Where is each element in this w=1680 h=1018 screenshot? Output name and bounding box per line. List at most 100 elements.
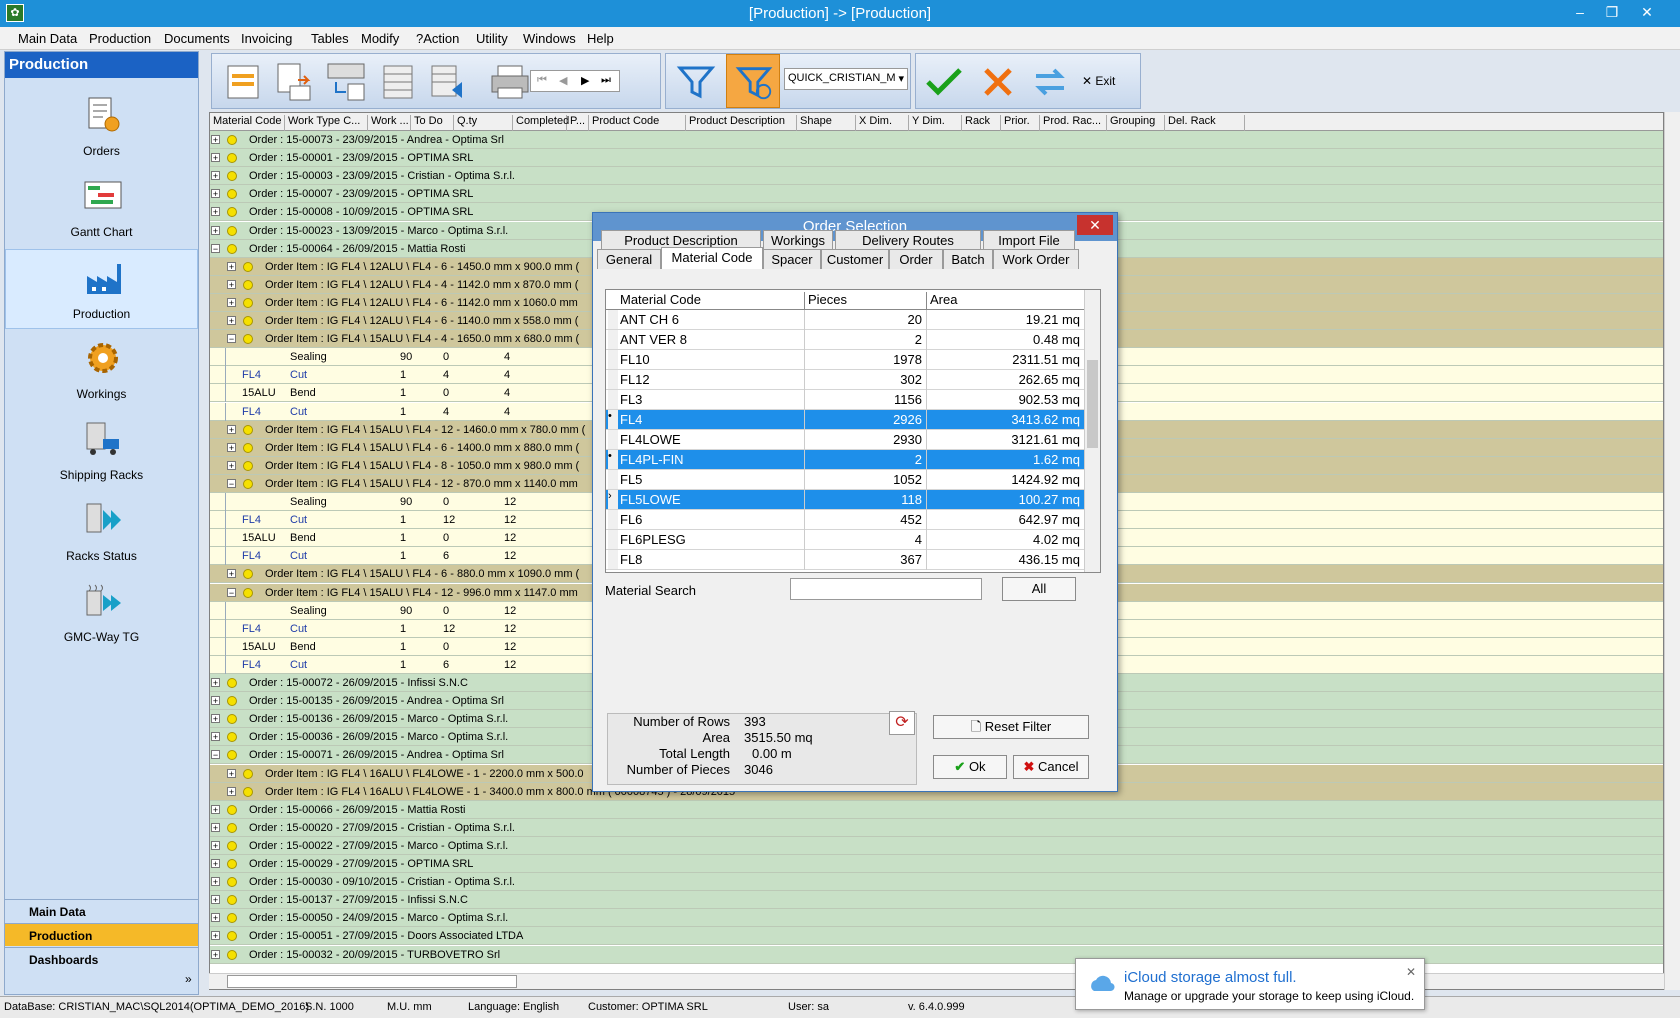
expand-icon[interactable]: + <box>211 949 220 959</box>
order-row[interactable]: + Order : 15-00073 - 23/09/2015 - Andrea … <box>210 131 1663 149</box>
column-header[interactable]: X Dim. <box>856 115 909 131</box>
order-row[interactable]: + Order : 15-00029 - 27/09/2015 - OPTIMA … <box>210 855 1663 873</box>
expand-icon[interactable]: + <box>211 135 220 145</box>
menu-tables[interactable]: Tables <box>311 31 349 46</box>
expand-icon[interactable]: + <box>227 261 236 271</box>
dialog-close-button[interactable]: ✕ <box>1077 215 1113 235</box>
collapse-icon[interactable]: − <box>211 243 220 253</box>
material-row[interactable]: • FL4PL-FIN 2 1.62 mq <box>606 450 1084 470</box>
menu-production[interactable]: Production <box>89 31 151 46</box>
merge-documents-icon[interactable] <box>324 60 368 104</box>
reset-filter-button[interactable]: 🗋 Reset Filter <box>933 715 1089 739</box>
order-row[interactable]: + Order : 15-00020 - 27/09/2015 - Cristia… <box>210 818 1663 837</box>
rack-icon[interactable] <box>376 60 420 104</box>
column-header[interactable]: Q.ty <box>454 115 513 131</box>
document-export-icon[interactable] <box>272 60 316 104</box>
expand-icon[interactable]: + <box>211 696 220 706</box>
column-header[interactable]: Prod. Rac... <box>1040 115 1107 131</box>
order-row[interactable]: + Order : 15-00032 - 20/09/2015 - TURBOVE… <box>210 945 1663 964</box>
confirm-check-icon[interactable] <box>922 60 966 104</box>
expand-icon[interactable]: + <box>227 786 236 796</box>
column-header[interactable]: Y Dim. <box>909 115 962 131</box>
expand-icon[interactable]: + <box>227 297 236 307</box>
tab-order[interactable]: Order <box>889 249 943 269</box>
filter-icon[interactable] <box>674 60 718 104</box>
expand-icon[interactable]: + <box>211 678 220 688</box>
printer-icon[interactable] <box>488 60 532 104</box>
column-header[interactable]: Shape <box>797 115 856 131</box>
column-header[interactable]: Prior. <box>1001 115 1040 131</box>
sidebar-item-production[interactable]: Production <box>5 249 198 329</box>
column-header[interactable]: Product Code <box>589 115 686 131</box>
col-area[interactable]: Area <box>926 292 957 310</box>
sidebar-section-main-data[interactable]: Main Data <box>5 899 198 922</box>
material-row[interactable]: FL5 1052 1424.92 mq <box>606 470 1084 490</box>
minimize-button[interactable]: ‒ <box>1565 2 1595 22</box>
column-header[interactable]: Grouping <box>1107 115 1165 131</box>
collapse-icon[interactable]: − <box>211 750 220 760</box>
material-row[interactable]: FL8 367 436.15 mq <box>606 550 1084 570</box>
collapse-icon[interactable]: − <box>227 587 236 597</box>
order-row[interactable]: + Order : 15-00030 - 09/10/2015 - Cristia… <box>210 873 1663 892</box>
col-material-code[interactable]: Material Code <box>620 292 701 307</box>
material-row[interactable]: FL3 1156 902.53 mq <box>606 390 1084 410</box>
column-header[interactable]: Product Description <box>686 115 797 131</box>
order-row[interactable]: + Order : 15-00022 - 27/09/2015 - Marco -… <box>210 836 1663 855</box>
prev-record-icon[interactable]: ◀ <box>559 74 567 87</box>
scroll-thumb[interactable] <box>227 975 517 988</box>
material-row[interactable]: FL12 302 262.65 mq <box>606 370 1084 390</box>
quick-filter-button[interactable] <box>726 54 780 108</box>
cancel-x-icon[interactable] <box>976 60 1020 104</box>
tab-workings[interactable]: Workings <box>763 230 833 250</box>
rack-move-icon[interactable] <box>426 60 470 104</box>
order-row[interactable]: + Order : 15-00066 - 26/09/2015 - Mattia … <box>210 800 1663 819</box>
refresh-arrows-icon[interactable] <box>1028 60 1072 104</box>
sidebar-item-shipping-racks[interactable]: Shipping Racks <box>5 411 198 491</box>
menu-utility[interactable]: Utility <box>476 31 508 46</box>
order-row[interactable]: + Order : 15-00007 - 23/09/2015 - OPTIMA … <box>210 185 1663 204</box>
tab-spacer[interactable]: Spacer <box>763 249 821 269</box>
expand-icon[interactable]: + <box>211 895 220 905</box>
tab-customer[interactable]: Customer <box>821 249 889 269</box>
refresh-stats-icon[interactable]: ⟳ <box>889 711 915 735</box>
material-row[interactable]: FL6 452 642.97 mq <box>606 510 1084 530</box>
material-row[interactable]: ANT VER 8 2 0.48 mq <box>606 330 1084 350</box>
sidebar-section-production[interactable]: Production <box>5 923 198 946</box>
restore-button[interactable]: ❐ <box>1597 2 1627 22</box>
column-header[interactable]: Del. Rack <box>1165 115 1245 131</box>
material-row[interactable]: › FL5LOWE 118 100.27 mq <box>606 490 1084 510</box>
all-button[interactable]: All <box>1002 577 1076 601</box>
material-row[interactable]: FL10 1978 2311.51 mq <box>606 350 1084 370</box>
column-header[interactable]: P... <box>567 115 589 131</box>
tab-work-order[interactable]: Work Order <box>993 249 1079 269</box>
exit-button[interactable]: ✕ Exit <box>1082 74 1115 88</box>
last-record-icon[interactable]: ⏭ <box>601 74 611 87</box>
expand-icon[interactable]: + <box>211 931 220 941</box>
expand-icon[interactable]: + <box>211 171 220 181</box>
material-row[interactable]: FL6PLESG 4 4.02 mq <box>606 530 1084 550</box>
grid-vertical-scrollbar[interactable] <box>1664 112 1680 990</box>
material-row[interactable]: • FL4 2926 3413.62 mq <box>606 410 1084 430</box>
sidebar-item-gantt-chart[interactable]: Gantt Chart <box>5 168 198 248</box>
expand-icon[interactable]: + <box>211 822 220 832</box>
expand-icon[interactable]: + <box>227 279 236 289</box>
tab-general[interactable]: General <box>597 249 661 269</box>
sidebar-item-gmc-way-tg[interactable]: GMC-Way TG <box>5 573 198 653</box>
expand-icon[interactable]: + <box>227 460 236 470</box>
expand-icon[interactable]: + <box>211 189 220 199</box>
order-row[interactable]: + Order : 15-00001 - 23/09/2015 - OPTIMA … <box>210 149 1663 168</box>
expand-icon[interactable]: + <box>211 714 220 724</box>
ok-button[interactable]: ✔ Ok <box>933 755 1007 779</box>
expand-icon[interactable]: + <box>227 424 236 434</box>
expand-icon[interactable]: + <box>211 859 220 869</box>
production-report-icon[interactable] <box>222 60 266 104</box>
expand-icon[interactable]: + <box>211 840 220 850</box>
tab-batch[interactable]: Batch <box>943 249 993 269</box>
column-header[interactable]: To Do <box>411 115 454 131</box>
column-header[interactable]: Rack <box>962 115 1001 131</box>
scroll-thumb[interactable] <box>1087 360 1098 448</box>
material-row[interactable]: ANT CH 6 20 19.21 mq <box>606 310 1084 330</box>
expand-icon[interactable]: + <box>211 153 220 163</box>
icloud-notification[interactable]: iCloud storage almost full. Manage or up… <box>1075 958 1425 1010</box>
sidebar-item-workings[interactable]: Workings <box>5 330 198 410</box>
